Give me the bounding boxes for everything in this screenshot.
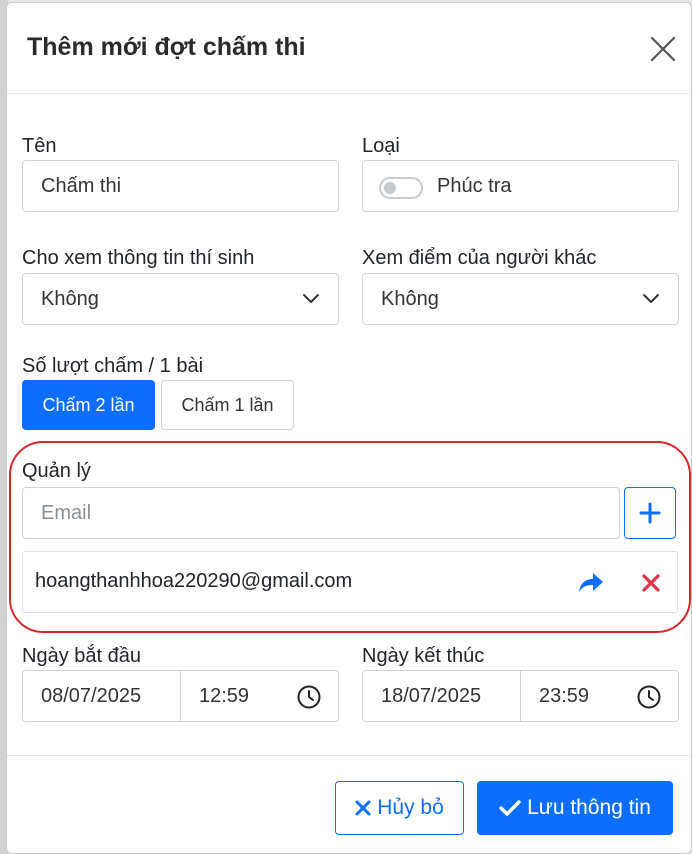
name-field[interactable]	[22, 160, 339, 212]
manager-list-item: hoangthanhhoa220290@gmail.com	[22, 551, 678, 613]
start-date-label: Ngày bắt đầu	[22, 645, 141, 667]
close-icon	[650, 36, 676, 62]
end-time-input[interactable]: 23:59	[521, 671, 678, 721]
close-button[interactable]	[647, 33, 679, 65]
share-icon[interactable]	[577, 571, 605, 595]
cancel-button-label: Hủy bỏ	[377, 796, 444, 819]
modal-title: Thêm mới đợt chấm thi	[27, 33, 306, 61]
end-datetime-field: 18/07/2025 23:59	[362, 670, 679, 722]
grade-once-option[interactable]: Chấm 1 lần	[161, 380, 294, 430]
footer-divider	[7, 755, 691, 756]
manager-email-field[interactable]	[22, 487, 620, 539]
start-time-value: 12:59	[199, 684, 250, 707]
view-others-scores-label: Xem điểm của người khác	[362, 247, 597, 269]
end-time-value: 23:59	[539, 684, 590, 707]
add-manager-button[interactable]	[624, 487, 676, 539]
cancel-button[interactable]: Hủy bỏ	[335, 781, 464, 835]
plus-icon	[639, 502, 661, 524]
end-date-label: Ngày kết thúc	[362, 645, 485, 667]
type-label: Loại	[362, 135, 400, 157]
managers-label: Quản lý	[22, 460, 91, 482]
add-grading-session-modal: Thêm mới đợt chấm thi Tên Loại Phúc tra …	[6, 2, 692, 854]
remove-icon[interactable]	[641, 573, 661, 593]
show-candidate-info-value: Không	[41, 287, 99, 310]
save-button-label: Lưu thông tin	[527, 796, 651, 819]
check-icon	[499, 800, 521, 816]
view-others-scores-select[interactable]: Không	[362, 273, 679, 325]
clock-icon[interactable]	[296, 684, 322, 710]
start-datetime-field: 08/07/2025 12:59	[22, 670, 339, 722]
name-input[interactable]	[41, 161, 338, 211]
save-button[interactable]: Lưu thông tin	[477, 781, 673, 835]
view-others-scores-value: Không	[381, 287, 439, 310]
manager-email-input[interactable]	[41, 488, 619, 538]
modal-header: Thêm mới đợt chấm thi	[7, 3, 691, 94]
review-toggle-switch[interactable]	[379, 177, 423, 199]
type-field: Phúc tra	[362, 160, 679, 212]
grade-twice-option[interactable]: Chấm 2 lần	[22, 380, 155, 430]
review-toggle-label: Phúc tra	[437, 174, 512, 197]
grading-rounds-label: Số lượt chấm / 1 bài	[22, 355, 204, 377]
start-time-input[interactable]: 12:59	[181, 671, 338, 721]
manager-email: hoangthanhhoa220290@gmail.com	[35, 570, 353, 592]
show-candidate-info-label: Cho xem thông tin thí sinh	[22, 247, 255, 269]
end-date-input[interactable]: 18/07/2025	[363, 671, 521, 721]
show-candidate-info-select[interactable]: Không	[22, 273, 339, 325]
start-date-input[interactable]: 08/07/2025	[23, 671, 181, 721]
chevron-down-icon	[303, 294, 319, 303]
clock-icon[interactable]	[636, 684, 662, 710]
close-icon	[355, 800, 371, 816]
name-label: Tên	[22, 135, 57, 157]
chevron-down-icon	[643, 294, 659, 303]
